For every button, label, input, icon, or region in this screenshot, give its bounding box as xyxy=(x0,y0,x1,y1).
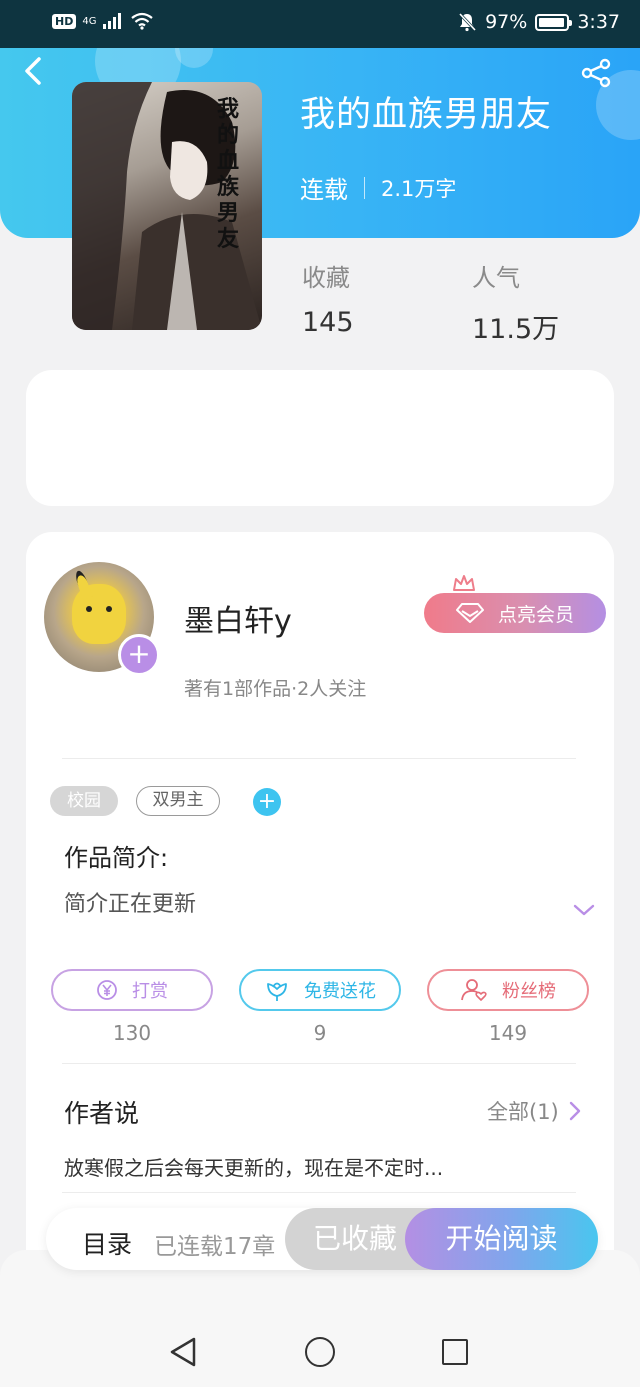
back-button[interactable] xyxy=(22,56,52,90)
battery-percent: 97% xyxy=(485,11,528,33)
fan-count: 149 xyxy=(488,1021,528,1045)
hd-badge: HD xyxy=(52,13,77,29)
author-meta: 著有1部作品·2人关注 xyxy=(184,678,367,700)
serial-status: 连载 xyxy=(300,176,348,204)
tip-label: 打赏 xyxy=(132,981,168,1002)
tip-count: 130 xyxy=(112,1021,152,1045)
author-says-all-link[interactable]: 全部(1) xyxy=(487,1096,581,1126)
stat-label: 人气 xyxy=(472,264,520,292)
follow-author-button[interactable]: + xyxy=(118,634,160,676)
intro-title: 作品简介: xyxy=(64,844,169,872)
chevron-left-icon xyxy=(25,57,41,85)
tag-campus[interactable]: 校园 xyxy=(50,786,118,816)
crown-icon xyxy=(453,575,475,591)
cover-title: 我的血族男友 xyxy=(216,96,239,252)
vip-label: 点亮会员 xyxy=(497,603,574,626)
mute-bell-icon xyxy=(458,12,477,32)
tag-dual-male-leads[interactable]: 双男主 xyxy=(136,786,220,816)
book-status-line: 连载 2.1万字 xyxy=(300,170,456,205)
fan-ranking-button[interactable]: 粉丝榜 xyxy=(427,969,589,1011)
divider xyxy=(62,1192,576,1193)
book-cover[interactable]: 我的血族男友 xyxy=(72,82,262,330)
stat-favorites: 收藏 145 xyxy=(302,258,354,338)
stat-label: 收藏 xyxy=(302,264,350,292)
start-reading-button[interactable]: 开始阅读 xyxy=(405,1208,598,1270)
stat-value: 11.5万 xyxy=(472,314,560,345)
wifi-icon xyxy=(131,12,154,30)
signal-icon xyxy=(103,13,122,29)
all-label: 全部(1) xyxy=(487,1100,559,1124)
clock: 3:37 xyxy=(577,11,620,33)
stat-popularity: 人气 11.5万 xyxy=(472,258,559,346)
author-says-text[interactable]: 放寒假之后会每天更新的，现在是不定时... xyxy=(64,1152,443,1181)
divider xyxy=(364,176,365,199)
fan-icon xyxy=(461,979,487,1001)
chevron-down-icon[interactable] xyxy=(572,902,596,918)
nav-back-icon[interactable] xyxy=(168,1336,198,1368)
nav-home-icon[interactable] xyxy=(305,1337,335,1367)
share-button[interactable] xyxy=(580,58,614,88)
chevron-right-icon xyxy=(569,1101,580,1121)
send-flower-label: 免费送花 xyxy=(304,981,376,1002)
network-type-label: 4G xyxy=(82,15,97,27)
add-tag-button[interactable]: + xyxy=(253,788,281,816)
flower-icon xyxy=(267,982,287,1001)
vip-button[interactable]: 点亮会员 xyxy=(424,593,606,633)
status-bar: HD 4G 97% 3:37 xyxy=(0,0,640,48)
send-flower-button[interactable]: 免费送花 xyxy=(239,969,401,1011)
author-says-title: 作者说 xyxy=(64,1099,140,1128)
diamond-icon xyxy=(455,603,484,623)
intro-text: 简介正在更新 xyxy=(64,892,197,917)
book-title: 我的血族男朋友 xyxy=(300,95,553,135)
toc-button[interactable]: 目录 xyxy=(82,1225,132,1261)
divider xyxy=(62,1063,576,1064)
share-icon xyxy=(581,58,611,88)
chapters-count[interactable]: 已连载17章 xyxy=(154,1227,275,1261)
flower-count: 9 xyxy=(313,1021,327,1045)
word-count: 2.1万字 xyxy=(381,176,457,201)
tip-button[interactable]: 打赏 xyxy=(51,969,213,1011)
nav-recent-icon[interactable] xyxy=(442,1339,468,1365)
fan-ranking-label: 粉丝榜 xyxy=(502,981,556,1002)
yen-icon xyxy=(97,980,117,1000)
stat-value: 145 xyxy=(302,307,354,338)
empty-card xyxy=(26,370,614,506)
divider xyxy=(62,758,576,759)
avatar-figure xyxy=(72,584,126,644)
battery-icon xyxy=(535,13,573,31)
battery-fill xyxy=(539,17,565,27)
author-name[interactable]: 墨白轩y xyxy=(184,596,292,640)
